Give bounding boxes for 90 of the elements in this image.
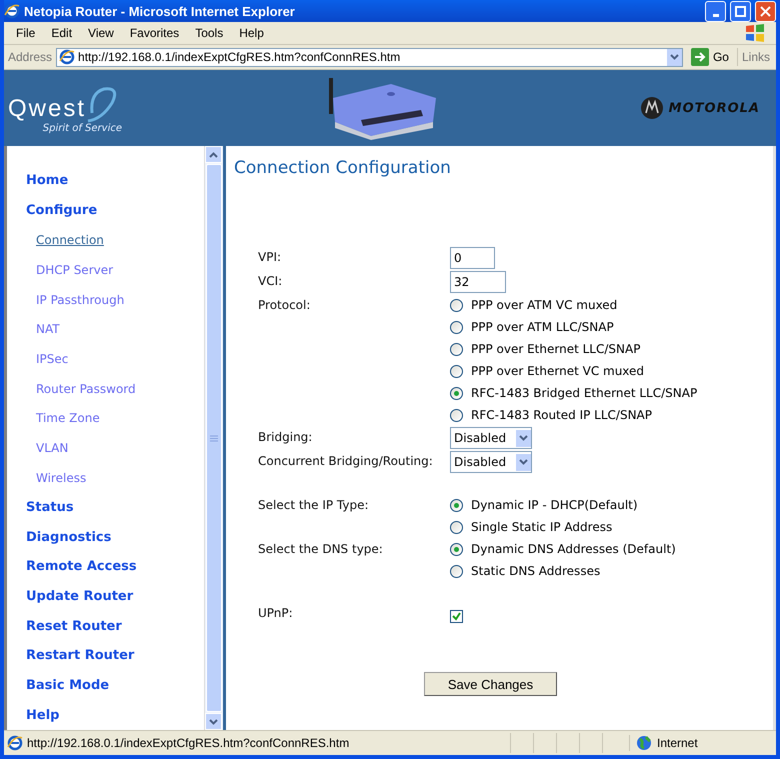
links-button[interactable]: Links [742, 50, 776, 64]
nav-link[interactable]: VLAN [7, 441, 68, 456]
nav-link[interactable]: Configure [7, 203, 98, 218]
nav-link[interactable]: Update Router [7, 588, 134, 604]
partner-logo: MOTOROLA [668, 100, 760, 116]
maximize-button[interactable] [730, 0, 751, 22]
radio-label: Static DNS Addresses [471, 564, 600, 578]
checkbox[interactable] [450, 610, 463, 622]
windows-flag-icon [744, 23, 766, 43]
menu-item[interactable]: Help [231, 26, 272, 40]
menu-item[interactable]: Tools [187, 26, 232, 40]
brand-logo: Qwest [8, 94, 86, 122]
scroll-down-button[interactable] [205, 713, 222, 730]
nav-link[interactable]: IPSec [7, 352, 68, 366]
radio-button[interactable] [450, 542, 463, 556]
radio-label: PPP over Ethernet VC muxed [471, 364, 644, 378]
page-icon [59, 49, 76, 65]
nav-link[interactable]: Help [7, 708, 60, 723]
radio-label: Dynamic IP - DHCP(Default) [471, 498, 638, 512]
field-label: UPnP: [258, 605, 294, 622]
radio-label: PPP over Ethernet LLC/SNAP [471, 342, 640, 356]
radio-label: PPP over ATM VC muxed [471, 298, 618, 312]
select-field[interactable]: Disabled [450, 451, 532, 473]
nav-link[interactable]: Reset Router [7, 618, 122, 634]
nav-link[interactable]: Restart Router [7, 648, 134, 664]
tagline: Spirit of Service [42, 122, 122, 134]
input-field[interactable]: 0 [450, 247, 495, 269]
dropdown-button[interactable] [666, 48, 682, 66]
zone-label: Internet [657, 736, 698, 750]
nav-link[interactable]: Remote Access [7, 559, 137, 574]
nav-link[interactable]: NAT [7, 322, 60, 336]
nav-link[interactable]: Diagnostics [7, 530, 112, 545]
radio-button[interactable] [450, 364, 463, 378]
motorola-logo-icon [640, 97, 663, 119]
nav-link[interactable]: Status [7, 500, 74, 515]
radio-label: PPP over ATM LLC/SNAP [471, 320, 614, 334]
globe-icon [636, 735, 652, 751]
nav-link[interactable]: Wireless [7, 470, 86, 485]
field-label: Select the DNS type: [258, 541, 384, 558]
input-field[interactable]: 32 [450, 271, 506, 293]
menu-item[interactable]: Favorites [122, 26, 188, 40]
scrollbar[interactable] [204, 146, 223, 730]
field-label: Select the IP Type: [258, 497, 370, 514]
select-field[interactable]: Disabled [450, 427, 532, 449]
radio-button[interactable] [450, 298, 463, 312]
save-changes-button[interactable]: Save Changes [424, 672, 557, 696]
nav-link[interactable]: Connection [7, 233, 104, 248]
nav-link[interactable]: Basic Mode [7, 678, 110, 694]
field-label: Concurrent Bridging/Routing: [258, 453, 434, 470]
radio-button[interactable] [450, 520, 463, 534]
nav-link[interactable]: Home [7, 173, 68, 188]
nav-link[interactable]: Router Password [7, 382, 136, 396]
address-label: Address [8, 50, 52, 64]
minimize-icon [712, 14, 718, 16]
address-field[interactable]: http://192.168.0.1/indexExptCfgRES.htm?confConnRES.htm [56, 48, 683, 66]
close-button[interactable] [755, 0, 776, 22]
browser-icon [4, 3, 20, 19]
scroll-thumb[interactable] [206, 164, 222, 712]
window-title: Netopia Router - Microsoft Internet Explorer [24, 4, 296, 18]
nav-link[interactable]: DHCP Server [7, 262, 114, 277]
radio-button[interactable] [450, 320, 463, 334]
field-label: Protocol: [258, 297, 312, 314]
chevron-down-icon [209, 718, 218, 724]
radio-button[interactable] [450, 498, 463, 512]
radio-button[interactable] [450, 386, 463, 400]
radio-button[interactable] [450, 342, 463, 356]
maximize-icon [735, 6, 746, 16]
close-icon [760, 6, 771, 16]
page-icon [7, 735, 23, 751]
grip-icon [210, 434, 218, 442]
menu-item[interactable]: Edit [43, 26, 80, 40]
field-label: VPI: [258, 249, 282, 266]
page-title: Connection Configuration [234, 158, 452, 178]
radio-label: RFC-1483 Bridged Ethernet LLC/SNAP [471, 386, 698, 400]
menu-item[interactable]: View [80, 26, 122, 40]
radio-button[interactable] [450, 564, 463, 578]
radio-label: Single Static IP Address [471, 520, 612, 534]
menu-item[interactable]: File [8, 26, 44, 40]
scroll-up-button[interactable] [205, 146, 222, 163]
minimize-button[interactable] [705, 0, 726, 22]
radio-label: Dynamic DNS Addresses (Default) [471, 542, 676, 556]
radio-label: RFC-1483 Routed IP LLC/SNAP [471, 408, 652, 422]
field-label: VCI: [258, 273, 284, 290]
chevron-up-icon [209, 152, 218, 158]
nav-link[interactable]: Time Zone [7, 411, 100, 426]
field-label: Bridging: [258, 429, 314, 446]
go-button[interactable]: Go [686, 48, 738, 66]
status-text: http://192.168.0.1/indexExptCfgRES.htm?confConnRES.htm [27, 736, 350, 750]
radio-button[interactable] [450, 408, 463, 422]
nav-link[interactable]: IP Passthrough [7, 292, 124, 307]
